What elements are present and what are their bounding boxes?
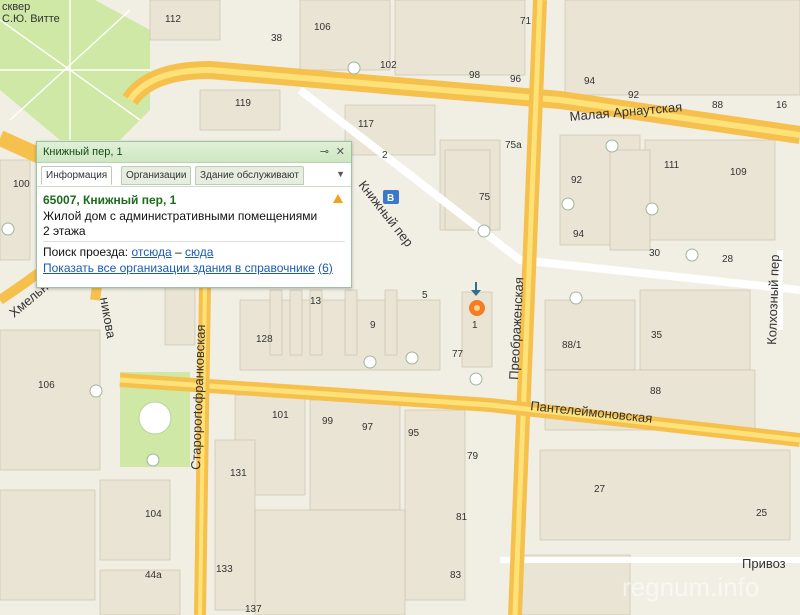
warning-icon[interactable] [333,194,343,203]
svg-text:92: 92 [571,175,583,186]
svg-text:94: 94 [584,76,596,87]
svg-text:99: 99 [322,416,334,427]
svg-text:94: 94 [573,229,585,240]
svg-text:35: 35 [651,330,663,341]
pharmacy-icon [685,248,699,262]
svg-text:98: 98 [469,70,481,81]
tab-building-service[interactable]: Здание обслуживают [195,166,304,185]
route-dash: – [174,245,182,259]
park-label: сквер [2,1,30,13]
shield-icon [645,202,659,216]
svg-text:79: 79 [467,451,479,462]
svg-text:9: 9 [370,320,376,331]
popup-title: Книжный пер, 1 [43,146,123,158]
svg-text:117: 117 [358,119,374,130]
tab-information[interactable]: Информация [41,166,113,185]
svg-text:137: 137 [245,604,262,615]
tree-icon-4 [89,384,103,398]
street-privoznaya: Привоз [742,556,786,571]
tab-organizations[interactable]: Организации [121,166,192,185]
svg-text:88/1: 88/1 [562,340,582,351]
svg-text:2: 2 [382,150,388,161]
svg-text:13: 13 [310,296,322,307]
svg-text:109: 109 [730,167,747,178]
svg-text:102: 102 [380,60,397,71]
svg-text:71: 71 [520,16,532,27]
svg-text:77: 77 [452,349,464,360]
svg-text:128: 128 [256,334,273,345]
svg-text:133: 133 [216,564,233,575]
pin-icon[interactable]: ⊸ [320,145,329,158]
route-from-link[interactable]: отсюда [131,245,171,259]
svg-text:25: 25 [756,508,768,519]
svg-text:1: 1 [472,320,478,331]
close-icon[interactable]: ✕ [336,145,345,158]
info-popup: Книжный пер, 1 ⊸ ✕ Информация Организаци… [36,141,352,288]
svg-text:28: 28 [722,254,734,265]
svg-text:106: 106 [38,380,55,391]
orgs-row: Показать все организации здания в справо… [43,261,333,275]
svg-text:81: 81 [456,512,468,523]
popup-header[interactable]: Книжный пер, 1 ⊸ ✕ [37,142,351,163]
svg-text:B: B [387,193,394,204]
address-text: 65007, Книжный пер, 1 [43,193,177,207]
city-map[interactable]: Малая Арнаутская Книжный пер Преображенс… [0,0,800,615]
svg-text:104: 104 [145,509,162,520]
museum-icon [1,222,15,236]
svg-text:100: 100 [13,179,30,190]
svg-text:5: 5 [422,290,428,301]
park-circle [138,401,172,435]
chevron-down-icon[interactable]: ▼ [336,169,345,179]
building-floors: 2 этажа [43,224,86,238]
popup-tabs: Информация Организации Здание обслуживаю… [41,166,347,185]
school-icon [477,224,491,238]
svg-text:88: 88 [712,100,724,111]
route-label: Поиск проезда: [43,245,129,259]
orgs-count[interactable]: (6) [318,261,333,275]
show-orgs-link[interactable]: Показать все организации здания в справо… [43,261,315,275]
street-kolkhozny: Колхозный пер [764,254,782,345]
watermark: regnum.info [622,572,759,602]
route-search: Поиск проезда: отсюда – сюда [43,245,213,259]
tree-icon-3 [405,351,419,365]
hospital-icon [561,197,575,211]
svg-text:75: 75 [479,192,491,203]
building-icon [569,291,583,305]
svg-text:75а: 75а [505,140,522,151]
svg-text:106: 106 [314,22,331,33]
svg-text:16: 16 [776,100,788,111]
svg-text:38: 38 [271,33,283,44]
svg-text:88: 88 [650,386,662,397]
divider [43,241,345,242]
popup-body: 65007, Книжный пер, 1 Жилой дом с админи… [37,186,351,275]
monument-icon [146,453,160,467]
svg-text:131: 131 [230,468,247,479]
hospital-icon-2 [469,372,483,386]
tree-icon [347,61,361,75]
svg-text:83: 83 [450,570,462,581]
route-to-link[interactable]: сюда [185,245,213,259]
svg-text:101: 101 [272,410,289,421]
svg-text:112: 112 [165,14,181,25]
building-description: Жилой дом с административными помещениям… [43,209,318,223]
park-label-2: С.Ю. Витте [2,13,60,25]
bank-icon [605,139,619,153]
svg-text:95: 95 [408,428,420,439]
svg-text:44а: 44а [145,570,162,581]
svg-text:111: 111 [664,160,680,171]
svg-text:30: 30 [649,248,661,259]
svg-text:96: 96 [510,74,522,85]
svg-text:27: 27 [594,484,606,495]
svg-text:97: 97 [362,422,374,433]
svg-text:92: 92 [628,90,640,101]
tree-icon-2 [363,355,377,369]
svg-text:119: 119 [235,98,251,109]
